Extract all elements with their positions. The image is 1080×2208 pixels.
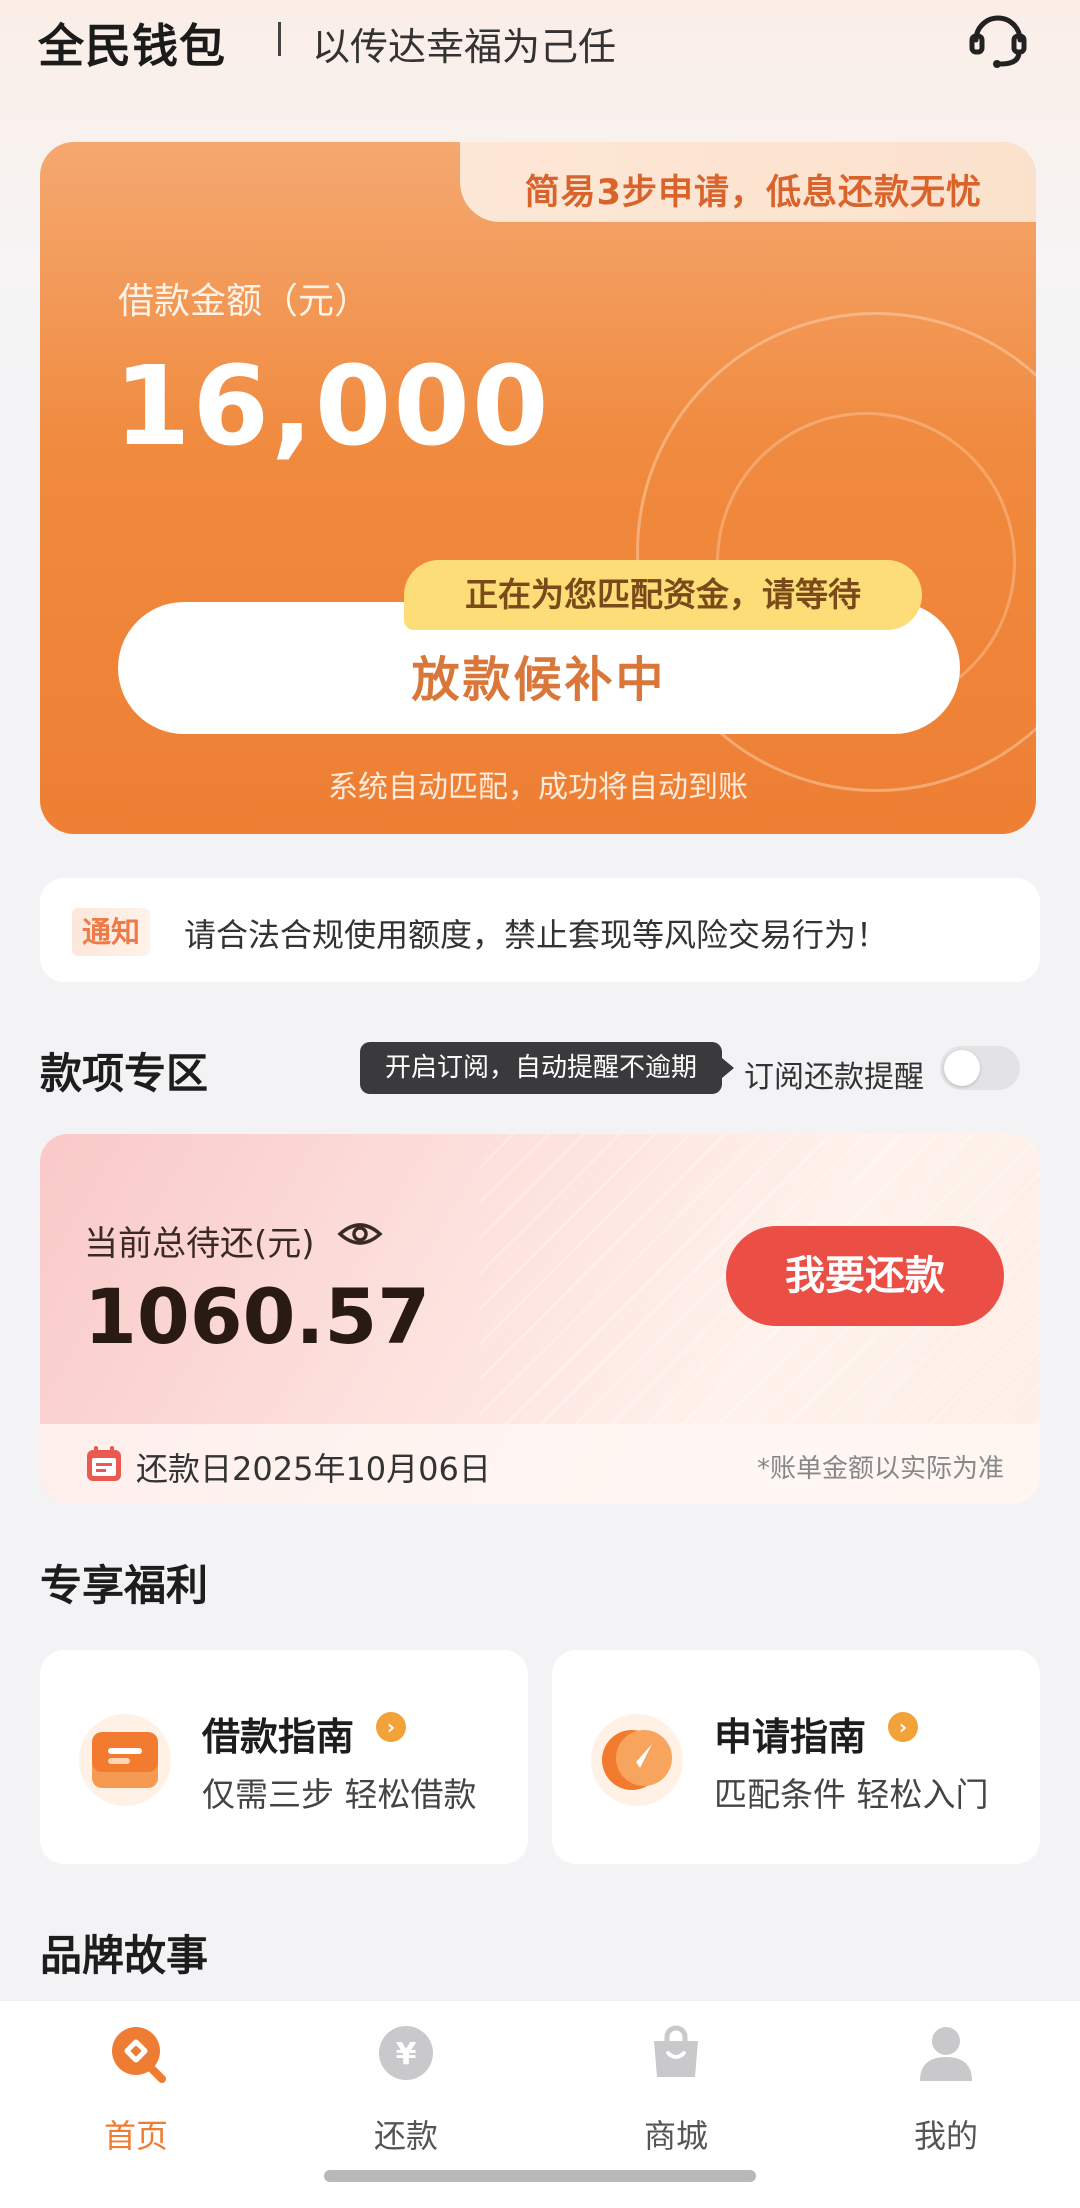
chevron-right-icon: › (888, 1712, 918, 1742)
loan-card: 简易3步申请，低息还款无忧 借款金额（元） 16,000 放款候补中 正在为您匹… (40, 142, 1036, 834)
benefits-title: 专享福利 (40, 1561, 209, 1610)
nav-label: 首页 (103, 2117, 168, 2155)
repay-label: 当前总待还(元) (84, 1224, 315, 1264)
benefit-card-loan-guide[interactable]: 借款指南 › 仅需三步 轻松借款 (40, 1650, 528, 1864)
nav-item-home[interactable]: 首页 (36, 2023, 236, 2173)
benefit-title: 借款指南 (202, 1715, 355, 1759)
headset-icon[interactable] (964, 6, 1032, 74)
brand-logo: 全民钱包 (38, 19, 226, 73)
yuan-icon: ¥ (379, 2026, 433, 2080)
repay-amount: 1060.57 (84, 1272, 431, 1361)
subscribe-label: 订阅还款提醒 (744, 1060, 924, 1095)
ticket-icon (79, 1714, 171, 1806)
repay-button[interactable]: 我要还款 (726, 1226, 1004, 1326)
home-page: 全民钱包 以传达幸福为己任 简易3步申请，低息还款无忧 借款金额（元） 16,0… (0, 0, 1080, 2208)
subscribe-toggle[interactable] (940, 1046, 1020, 1090)
nav-item-repay[interactable]: ¥ 还款 (306, 2023, 506, 2173)
loan-footer-text: 系统自动匹配，成功将自动到账 (328, 770, 748, 805)
repay-footer: 还款日2025年10月06日 *账单金额以实际为准 (40, 1424, 1040, 1504)
loan-amount: 16,000 (114, 342, 551, 470)
nav-item-mall[interactable]: 商城 (576, 2023, 776, 2173)
benefit-subtitle: 仅需三步 轻松借款 (202, 1775, 477, 1814)
bill-note: *账单金额以实际为准 (756, 1454, 1004, 1484)
notice-bar[interactable]: 通知 请合法合规使用额度，禁止套现等风险交易行为！ (40, 878, 1040, 982)
loan-tab-text: 简易3步申请，低息还款无忧 (524, 173, 982, 213)
brand-slogan: 以传达幸福为己任 (312, 25, 617, 69)
loan-status-text: 放款候补中 (411, 652, 667, 708)
nav-item-mine[interactable]: 我的 (846, 2023, 1046, 2173)
compass-icon (591, 1714, 683, 1806)
nav-label: 还款 (373, 2117, 438, 2155)
eye-icon[interactable] (336, 1214, 384, 1254)
repay-card: 当前总待还(元) 1060.57 我要还款 还款日2025年10月06日 *账单… (40, 1134, 1040, 1504)
loan-amount-label: 借款金额（元） (118, 281, 371, 322)
home-indicator (324, 2170, 756, 2182)
app-header: 全民钱包 以传达幸福为己任 (0, 0, 1080, 80)
svg-text:¥: ¥ (396, 2037, 417, 2072)
match-badge: 正在为您匹配资金，请等待 (404, 560, 922, 630)
brand-story-title: 品牌故事 (40, 1931, 209, 1980)
header-divider (278, 22, 281, 56)
notice-text: 请合法合规使用额度，禁止套现等风险交易行为！ (184, 916, 889, 954)
calendar-icon (87, 1446, 121, 1481)
nav-label: 商城 (643, 2117, 708, 2155)
subscribe-tooltip: 开启订阅，自动提醒不逾期 (360, 1042, 734, 1094)
notice-tag: 通知 (72, 908, 151, 956)
benefit-title: 申请指南 (714, 1715, 867, 1759)
chevron-right-icon: › (376, 1712, 406, 1742)
benefit-subtitle: 匹配条件 轻松入门 (714, 1775, 989, 1814)
due-date: 还款日2025年10月06日 (136, 1450, 491, 1488)
benefit-card-apply-guide[interactable]: 申请指南 › 匹配条件 轻松入门 (552, 1650, 1040, 1864)
home-icon (112, 2027, 166, 2083)
shopping-bag-icon (654, 2025, 698, 2077)
user-icon (920, 2027, 972, 2081)
payment-zone-title: 款项专区 (40, 1049, 209, 1098)
toggle-knob (944, 1050, 980, 1086)
nav-label: 我的 (913, 2117, 978, 2155)
